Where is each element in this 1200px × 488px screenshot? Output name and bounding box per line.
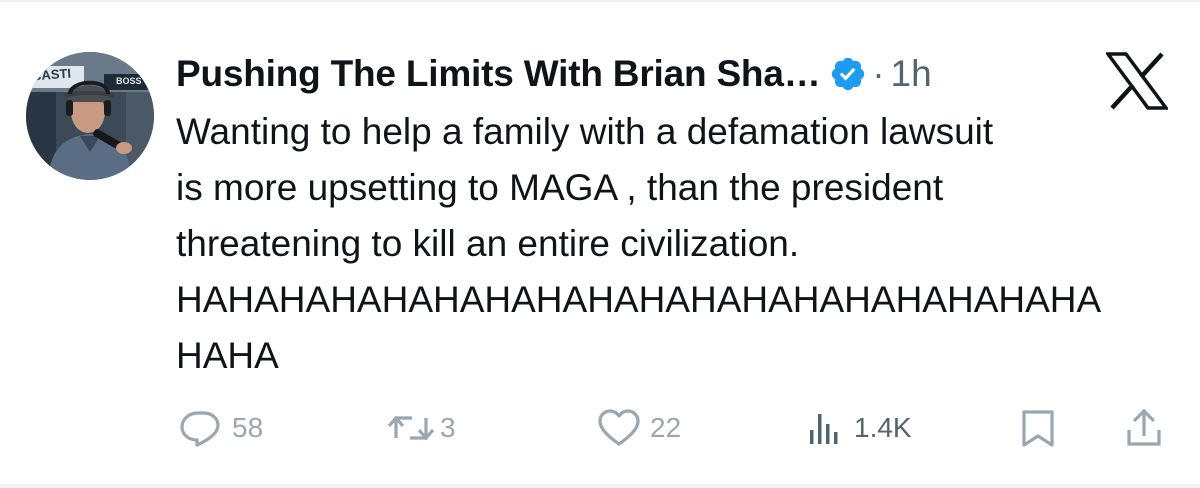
author-name[interactable]: Pushing The Limits With Brian Sha… [176,53,821,95]
action-bar: 58 3 22 1.4K [0,400,1200,456]
share-icon [1124,408,1164,448]
post-text-line: HAHAHAHAHAHAHAHAHAHAHAHAHAHAHAHAHAHA [176,279,1102,320]
separator-dot: · [872,53,885,94]
bookmark-icon [1018,408,1058,448]
bookmark-button[interactable] [1018,400,1058,456]
reply-icon [178,408,224,448]
views-button[interactable]: 1.4K [806,400,912,456]
post-text: Wanting to help a family with a defamati… [176,104,1176,384]
bottom-divider [0,484,1200,488]
repost-button[interactable]: 3 [384,400,456,456]
top-divider [0,0,1200,2]
repost-icon [384,408,438,448]
reply-button[interactable]: 58 [178,400,263,456]
avatar-sign-text: BOSS [116,76,142,86]
avatar-badge-text: CASTI [31,65,72,84]
avatar[interactable]: CASTI BOSS [26,52,154,180]
reply-count: 58 [232,412,264,443]
post-header: Pushing The Limits With Brian Sha… · 1h [176,46,932,102]
verified-badge-icon[interactable] [829,55,867,93]
like-button[interactable]: 22 [596,400,681,456]
heart-icon [596,408,642,448]
post-text-line: threatening to kill an entire civilizati… [176,223,800,264]
x-logo-icon [1104,52,1170,110]
like-count: 22 [650,412,682,443]
post-time[interactable]: 1h [891,53,932,95]
analytics-icon [806,408,846,448]
repost-count: 3 [440,412,456,443]
post-text-line: HAHA [176,335,279,376]
views-count: 1.4K [854,412,912,443]
share-button[interactable] [1124,400,1164,456]
post-text-line: is more upsetting to MAGA , than the pre… [176,167,944,208]
post-text-line: Wanting to help a family with a defamati… [176,111,994,152]
